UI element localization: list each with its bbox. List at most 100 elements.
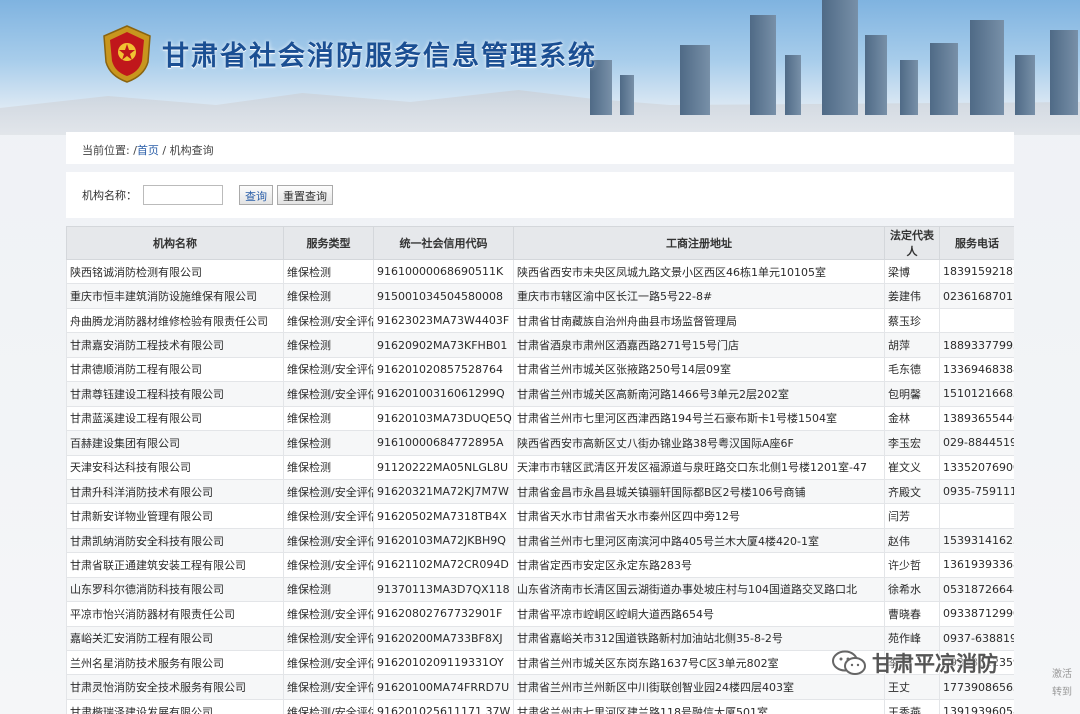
- service-type-cell: 维保检测/安全评估: [283, 356, 374, 383]
- table-row[interactable]: 甘肃凯纳消防安全科技有限公司 维保检测/安全评估 91620103MA72JKBH9…: [66, 527, 1014, 554]
- breadcrumb-home-link[interactable]: 首页: [137, 144, 159, 157]
- phone-cell: 02361687011: [939, 283, 1014, 309]
- table-header-row: 机构名称 服务类型 统一社会信用代码 工商注册地址 法定代表人 服务电话: [66, 226, 1014, 260]
- phone-cell: 18391592187: [939, 258, 1014, 285]
- service-type-cell: 维保检测/安全评估: [283, 503, 374, 529]
- activation-watermark: 激活 转到: [1052, 669, 1072, 698]
- org-name-cell: 平凉市怡兴消防器材有限责任公司: [66, 601, 284, 627]
- breadcrumb-prefix: 当前位置: /: [82, 144, 137, 157]
- credit-code-cell: 91620502MA7318TB4X: [373, 503, 514, 529]
- address-cell: 天津市市辖区武清区开发区福源道与泉旺路交口东北侧1号楼1201室-47: [513, 454, 885, 480]
- service-type-cell: 维保检测: [283, 405, 374, 432]
- legal-rep-cell: 齐殿文: [884, 478, 940, 505]
- table-row[interactable]: 山东罗科尔德消防科技有限公司 维保检测 91370113MA3D7QX118 山东省济…: [66, 576, 1014, 603]
- org-name-cell: 山东罗科尔德消防科技有限公司: [66, 576, 284, 603]
- legal-rep-cell: 王秀燕: [884, 698, 940, 714]
- address-cell: 甘肃省兰州市城关区高新南河路1466号3单元2层202室: [513, 381, 885, 407]
- reset-query-button[interactable]: 重置查询: [277, 185, 333, 205]
- credit-code-cell: 91620200MA733BF8XJ: [373, 625, 514, 652]
- phone-cell: 13893655440: [939, 405, 1014, 432]
- phone-cell: 13352076900: [939, 454, 1014, 480]
- phone-cell: [939, 307, 1014, 334]
- phone-cell: 05318726648: [939, 576, 1014, 603]
- table-row[interactable]: 甘肃新安详物业管理有限公司 维保检测/安全评估 91620502MA7318TB4X…: [66, 503, 1014, 529]
- address-cell: 山东省济南市长清区国云湖街道办事处坡庄村与104国道路交叉路口北: [513, 576, 885, 603]
- breadcrumb-current: 机构查询: [169, 144, 214, 157]
- table-row[interactable]: 重庆市恒丰建筑消防设施维保有限公司 维保检测 915001034504580008 重…: [66, 283, 1014, 309]
- phone-cell: 17739086563: [939, 674, 1014, 700]
- credit-code-cell: 91620100316061299Q: [373, 381, 514, 407]
- legal-rep-cell: 金林: [884, 405, 940, 432]
- credit-code-cell: 91620103MA73DUQE5Q: [373, 405, 514, 432]
- credit-code-cell: 916201020857528764: [373, 356, 514, 383]
- org-name-cell: 嘉峪关汇安消防工程有限公司: [66, 625, 284, 652]
- table-row[interactable]: 百赫建设集团有限公司 维保检测 91610000684772895A 陕西省西安市高新…: [66, 430, 1014, 456]
- org-name-cell: 百赫建设集团有限公司: [66, 430, 284, 456]
- org-name-cell: 甘肃新安详物业管理有限公司: [66, 503, 284, 529]
- column-header: 服务电话: [939, 226, 1014, 260]
- service-type-cell: 维保检测: [283, 258, 374, 285]
- address-cell: 甘肃省金昌市永昌县城关镇骊轩国际都B区2号楼106号商铺: [513, 478, 885, 505]
- credit-code-cell: 91620902MA73KFHB01: [373, 332, 514, 358]
- service-type-cell: 维保检测/安全评估: [283, 527, 374, 554]
- credit-code-cell: 91620321MA72KJ7M7W: [373, 478, 514, 505]
- address-cell: 陕西省西安市高新区丈八街办锦业路38号粤汉国际A座6F: [513, 430, 885, 456]
- table-row[interactable]: 平凉市怡兴消防器材有限责任公司 维保检测/安全评估 9162080276773290…: [66, 601, 1014, 627]
- phone-cell: 13919396058: [939, 698, 1014, 714]
- table-row[interactable]: 甘肃蓝溪建设工程有限公司 维保检测 91620103MA73DUQE5Q 甘肃省兰州市…: [66, 405, 1014, 432]
- service-type-cell: 维保检测/安全评估: [283, 381, 374, 407]
- table-row[interactable]: 天津安科达科技有限公司 维保检测 91120222MA05NLGL8U 天津市市辖区武…: [66, 454, 1014, 480]
- credit-code-cell: 915001034504580008: [373, 283, 514, 309]
- table-row[interactable]: 甘肃省联正通建筑安装工程有限公司 维保检测/安全评估 91621102MA72CR0…: [66, 552, 1014, 578]
- breadcrumb-separator: /: [158, 144, 170, 157]
- table-row[interactable]: 舟曲腾龙消防器材维修检验有限责任公司 维保检测/安全评估 91623023MA73W…: [66, 307, 1014, 334]
- table-row[interactable]: 甘肃灵怡消防安全技术服务有限公司 维保检测/安全评估 91620100MA74FRR…: [66, 674, 1014, 700]
- address-cell: 甘肃省嘉峪关市312国道铁路新村加油站北侧35-8-2号: [513, 625, 885, 652]
- service-type-cell: 维保检测/安全评估: [283, 552, 374, 578]
- column-header: 统一社会信用代码: [373, 226, 514, 260]
- query-button[interactable]: 查询: [239, 185, 273, 205]
- results-table-container: 机构名称 服务类型 统一社会信用代码 工商注册地址 法定代表人 服务电话 陕西铭诚消防检测…: [66, 226, 1014, 714]
- address-cell: 甘肃省兰州市七里河区西津西路194号兰石豪布斯卡1号楼1504室: [513, 405, 885, 432]
- phone-cell: 13369468388: [939, 356, 1014, 383]
- table-row[interactable]: 甘肃升科洋消防技术有限公司 维保检测/安全评估 91620321MA72KJ7M7W…: [66, 478, 1014, 505]
- column-header: 法定代表人: [884, 226, 940, 260]
- credit-code-cell: 91120222MA05NLGL8U: [373, 454, 514, 480]
- credit-code-cell: 91610000684772895A: [373, 430, 514, 456]
- phone-cell: 0935-7591119: [939, 478, 1014, 505]
- phone-cell: 029-88445199: [939, 430, 1014, 456]
- service-type-cell: 维保检测/安全评估: [283, 698, 374, 714]
- table-row[interactable]: 甘肃嘉安消防工程技术有限公司 维保检测 91620902MA73KFHB01 甘肃省酒…: [66, 332, 1014, 358]
- service-type-cell: 维保检测: [283, 332, 374, 358]
- org-name-cell: 甘肃灵怡消防安全技术服务有限公司: [66, 674, 284, 700]
- legal-rep-cell: 姜建伟: [884, 283, 940, 309]
- table-row[interactable]: 甘肃德顺消防工程有限公司 维保检测/安全评估 916201020857528764 甘…: [66, 356, 1014, 383]
- header-banner: 甘肃省社会消防服务信息管理系统: [0, 0, 1080, 135]
- service-type-cell: 维保检测/安全评估: [283, 601, 374, 627]
- table-row[interactable]: 陕西铭诚消防检测有限公司 维保检测 91610000068690511K 陕西省西安市…: [66, 258, 1014, 285]
- wechat-icon: [832, 650, 866, 675]
- table-row[interactable]: 嘉峪关汇安消防工程有限公司 维保检测/安全评估 91620200MA733BF8XJ…: [66, 625, 1014, 652]
- table-row[interactable]: 甘肃楷瑞泽建设发展有限公司 维保检测/安全评估 916201025611171 37…: [66, 698, 1014, 714]
- legal-rep-cell: 李玉宏: [884, 430, 940, 456]
- credit-code-cell: 91621102MA72CR094D: [373, 552, 514, 578]
- breadcrumb: 当前位置: /首页 / 机构查询: [66, 132, 1014, 164]
- phone-cell: 15101216683: [939, 381, 1014, 407]
- credit-code-cell: 91623023MA73W4403F: [373, 307, 514, 334]
- phone-cell: [939, 503, 1014, 529]
- credit-code-cell: 9162010209119331OY: [373, 649, 514, 676]
- phone-cell: 0937-6388192: [939, 625, 1014, 652]
- legal-rep-cell: 王丈: [884, 674, 940, 700]
- site-title: 甘肃省社会消防服务信息管理系统: [162, 41, 597, 72]
- address-cell: 甘肃省兰州市兰州新区中川街联创智业园24楼四层403室: [513, 674, 885, 700]
- org-name-cell: 舟曲腾龙消防器材维修检验有限责任公司: [66, 307, 284, 334]
- phone-cell: 13619393368: [939, 552, 1014, 578]
- address-cell: 甘肃省天水市甘肃省天水市秦州区四中旁12号: [513, 503, 885, 529]
- address-cell: 甘肃省甘南藏族自治州舟曲县市场监督管理局: [513, 307, 885, 334]
- credit-code-cell: 91620100MA74FRRD7U: [373, 674, 514, 700]
- table-body: 陕西铭诚消防检测有限公司 维保检测 91610000068690511K 陕西省西安市…: [66, 258, 1014, 714]
- org-name-input[interactable]: [143, 185, 223, 205]
- table-row[interactable]: 甘肃尊钰建设工程科技有限公司 维保检测/安全评估 91620100316061299…: [66, 381, 1014, 407]
- service-type-cell: 维保检测: [283, 430, 374, 456]
- legal-rep-cell: 苑作峰: [884, 625, 940, 652]
